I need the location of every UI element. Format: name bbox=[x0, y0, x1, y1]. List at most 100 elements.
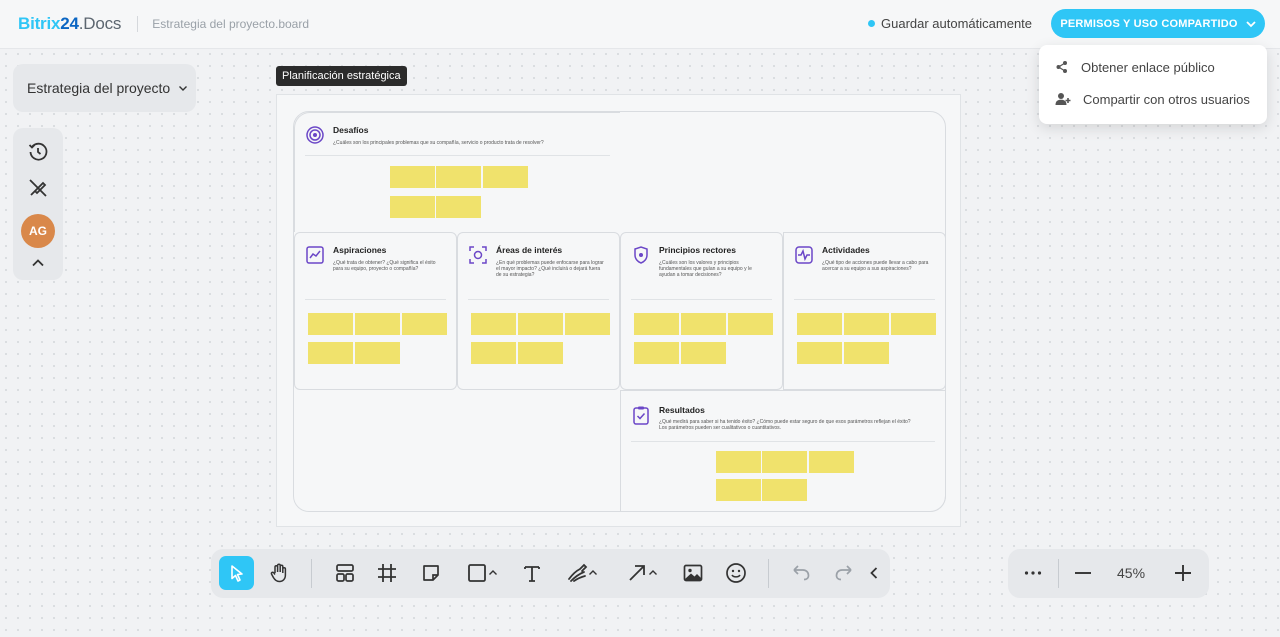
menu-item-label: Compartir con otros usuarios bbox=[1083, 91, 1250, 107]
sticky-note[interactable] bbox=[844, 342, 889, 364]
logo-number: 24 bbox=[60, 14, 79, 33]
menu-item-public-link[interactable]: Obtener enlace público bbox=[1039, 52, 1267, 82]
toolbar-divider bbox=[768, 559, 769, 588]
sticky-note[interactable] bbox=[681, 313, 726, 335]
card-challenges[interactable]: Desafíos ¿Cuáles son los principales pro… bbox=[294, 112, 620, 232]
sticky-note[interactable] bbox=[308, 313, 353, 335]
card-divider bbox=[631, 299, 772, 300]
connector-tool-button[interactable] bbox=[619, 556, 664, 590]
sticky-note[interactable] bbox=[355, 342, 400, 364]
pen-tool-button[interactable] bbox=[559, 556, 604, 590]
sticky-note[interactable] bbox=[436, 196, 481, 218]
header-divider bbox=[137, 16, 139, 32]
text-tool-button[interactable] bbox=[514, 556, 549, 590]
sticky-note[interactable] bbox=[402, 313, 447, 335]
project-selector[interactable]: Estrategia del proyecto bbox=[13, 64, 196, 112]
emoji-tool-button[interactable] bbox=[718, 556, 753, 590]
redo-icon bbox=[835, 565, 852, 581]
sticky-note[interactable] bbox=[634, 342, 679, 364]
image-icon bbox=[683, 564, 702, 582]
card-divider bbox=[468, 299, 609, 300]
layout-icon bbox=[335, 564, 354, 582]
chevron-up-icon bbox=[648, 570, 657, 575]
card-guiding-principles[interactable]: Principios rectores ¿Cuáles son los valo… bbox=[620, 232, 783, 390]
board-container: Desafíos ¿Cuáles son los principales pro… bbox=[293, 111, 946, 512]
card-divider bbox=[794, 299, 935, 300]
share-dropdown-menu: Obtener enlace público Compartir con otr… bbox=[1039, 45, 1267, 124]
card-title: Desafíos bbox=[333, 125, 369, 135]
card-description: ¿Cuáles son los principales problemas qu… bbox=[333, 140, 544, 146]
bottom-toolbar bbox=[211, 549, 890, 598]
redo-button[interactable] bbox=[826, 556, 861, 590]
avatar[interactable]: AG bbox=[21, 214, 55, 248]
strategy-board-frame[interactable]: Desafíos ¿Cuáles son los principales pro… bbox=[276, 94, 961, 527]
sticky-note[interactable] bbox=[471, 313, 516, 335]
sticky-note[interactable] bbox=[762, 479, 807, 501]
minus-icon bbox=[1075, 572, 1091, 574]
zoom-in-button[interactable] bbox=[1166, 556, 1200, 590]
templates-tool-button[interactable] bbox=[327, 556, 362, 590]
card-results[interactable]: Resultados ¿Qué medirá para saber si ha … bbox=[620, 390, 946, 512]
sticky-note-icon bbox=[422, 565, 439, 581]
text-icon bbox=[523, 566, 540, 582]
file-name: Estrategia del proyecto.board bbox=[152, 17, 310, 31]
shape-tool-button[interactable] bbox=[459, 556, 504, 590]
sticky-note[interactable] bbox=[565, 313, 610, 335]
hand-tool-button[interactable] bbox=[261, 556, 296, 590]
undo-button[interactable] bbox=[783, 556, 818, 590]
undo-icon bbox=[792, 565, 809, 581]
share-permissions-button[interactable]: PERMISOS Y USO COMPARTIDO bbox=[1051, 9, 1265, 38]
sticky-note[interactable] bbox=[809, 451, 854, 473]
square-icon bbox=[467, 564, 486, 582]
menu-item-share-users[interactable]: Compartir con otros usuarios bbox=[1039, 84, 1267, 114]
sticky-note[interactable] bbox=[436, 166, 481, 188]
sticky-note[interactable] bbox=[681, 342, 726, 364]
zoom-level[interactable]: 45% bbox=[1117, 565, 1145, 581]
card-activities[interactable]: Actividades ¿Qué tipo de acciones puede … bbox=[783, 232, 946, 390]
sticky-note[interactable] bbox=[390, 196, 435, 218]
sticky-note[interactable] bbox=[483, 166, 528, 188]
sticky-note[interactable] bbox=[844, 313, 889, 335]
target-icon bbox=[306, 126, 324, 144]
app-logo[interactable]: Bitrix24.Docs bbox=[18, 14, 121, 34]
compass-icon bbox=[634, 246, 648, 264]
image-tool-button[interactable] bbox=[675, 556, 710, 590]
logo-docs: .Docs bbox=[78, 14, 122, 33]
sticky-note[interactable] bbox=[797, 342, 842, 364]
card-focus-areas[interactable]: Áreas de interés ¿En qué problemas puede… bbox=[457, 232, 620, 390]
sticky-note[interactable] bbox=[471, 342, 516, 364]
sticky-note[interactable] bbox=[762, 451, 807, 473]
frame-tool-button[interactable] bbox=[369, 556, 404, 590]
card-aspirations[interactable]: Aspiraciones ¿Qué trata de obtener? ¿Qué… bbox=[294, 232, 457, 390]
sticky-note[interactable] bbox=[308, 342, 353, 364]
sticky-note[interactable] bbox=[355, 313, 400, 335]
sticky-note[interactable] bbox=[518, 342, 563, 364]
card-divider bbox=[631, 441, 935, 442]
sticky-note[interactable] bbox=[634, 313, 679, 335]
pen-off-icon bbox=[29, 179, 47, 197]
frame-label[interactable]: Planificación estratégica bbox=[276, 66, 407, 86]
logo-text: Bitrix bbox=[18, 14, 61, 33]
sticky-note[interactable] bbox=[716, 479, 761, 501]
sticky-note[interactable] bbox=[518, 313, 563, 335]
sticky-note[interactable] bbox=[390, 166, 435, 188]
sticky-note[interactable] bbox=[797, 313, 842, 335]
sticky-note-tool-button[interactable] bbox=[413, 556, 448, 590]
more-options-button[interactable] bbox=[1016, 556, 1050, 590]
collapse-toolbar-button[interactable] bbox=[866, 556, 882, 590]
sticky-note[interactable] bbox=[728, 313, 773, 335]
history-button[interactable] bbox=[13, 141, 63, 163]
history-icon bbox=[28, 142, 48, 161]
zoom-divider bbox=[1058, 559, 1059, 588]
more-horizontal-icon bbox=[1024, 571, 1042, 575]
zoom-out-button[interactable] bbox=[1066, 556, 1100, 590]
sticky-note[interactable] bbox=[716, 451, 761, 473]
user-avatar-wrap[interactable]: AG bbox=[13, 214, 63, 248]
card-divider bbox=[305, 155, 610, 156]
sticky-note[interactable] bbox=[891, 313, 936, 335]
collapse-button[interactable] bbox=[13, 256, 63, 270]
chart-line-icon bbox=[306, 246, 324, 264]
select-tool-button[interactable] bbox=[219, 556, 254, 590]
chevron-down-icon bbox=[179, 86, 188, 91]
hide-annotations-button[interactable] bbox=[13, 177, 63, 199]
